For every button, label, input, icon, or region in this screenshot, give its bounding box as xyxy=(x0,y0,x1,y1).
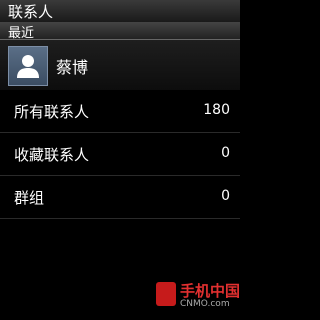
title-bar: 联系人 xyxy=(0,0,240,23)
recent-contact-item[interactable]: 蔡博 xyxy=(0,40,240,91)
brand-logo-icon xyxy=(156,282,176,306)
avatar xyxy=(8,46,48,86)
watermark-brand: 手机中国 xyxy=(180,282,241,300)
list-item-all-contacts[interactable]: 所有联系人 180 xyxy=(0,90,240,133)
recent-section-header: 最近 xyxy=(0,22,240,41)
contact-category-list: 所有联系人 180 收藏联系人 0 群组 0 xyxy=(0,90,240,219)
list-item-label: 收藏联系人 xyxy=(14,146,90,164)
list-item-label: 所有联系人 xyxy=(14,103,90,121)
list-item-count: 180 xyxy=(203,102,230,118)
recent-header-label: 最近 xyxy=(8,26,35,41)
person-icon xyxy=(17,55,39,78)
list-item-count: 0 xyxy=(221,145,230,161)
list-item-groups[interactable]: 群组 0 xyxy=(0,176,240,219)
list-item-favorite-contacts[interactable]: 收藏联系人 0 xyxy=(0,133,240,176)
watermark: 手机中国 CNMO.com xyxy=(156,280,240,314)
page-title: 联系人 xyxy=(8,3,54,21)
watermark-url: CNMO.com xyxy=(180,299,230,309)
list-item-count: 0 xyxy=(221,188,230,204)
contact-name: 蔡博 xyxy=(56,58,89,77)
list-item-label: 群组 xyxy=(14,189,45,207)
